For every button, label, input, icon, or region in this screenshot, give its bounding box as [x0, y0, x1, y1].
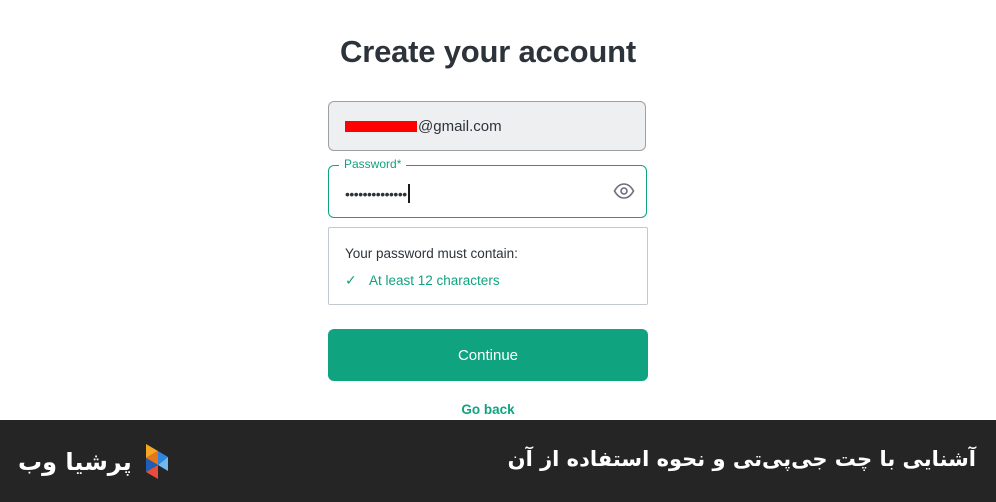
password-field[interactable]: Password* ••••••••••••••: [328, 157, 647, 218]
eye-icon[interactable]: [613, 182, 635, 200]
continue-button[interactable]: Continue: [328, 329, 648, 381]
email-redaction: [345, 120, 417, 132]
password-requirements: Your password must contain: ✓ At least 1…: [328, 227, 648, 305]
requirement-item: ✓ At least 12 characters: [345, 272, 500, 289]
page-title: Create your account: [340, 34, 636, 69]
go-back-link[interactable]: Go back: [328, 402, 648, 417]
password-label: Password*: [339, 157, 407, 171]
banner-title: آشنایی با چت جی‌پی‌تی و نحوه استفاده از …: [507, 447, 976, 471]
requirement-text: At least 12 characters: [369, 273, 500, 288]
footer-banner: آشنایی با چت جی‌پی‌تی و نحوه استفاده از …: [0, 420, 996, 502]
check-icon: ✓: [345, 272, 357, 288]
email-value: @gmail.com: [418, 117, 502, 135]
brand-name: پرشیا وب: [18, 448, 132, 476]
requirements-heading: Your password must contain:: [345, 246, 518, 261]
persia-web-logo-icon: [142, 442, 170, 482]
brand: پرشیا وب: [18, 442, 170, 482]
password-masked-value: ••••••••••••••: [345, 186, 407, 202]
text-caret: [407, 184, 410, 203]
email-field[interactable]: @gmail.com: [328, 101, 646, 151]
password-input[interactable]: ••••••••••••••: [345, 184, 410, 203]
